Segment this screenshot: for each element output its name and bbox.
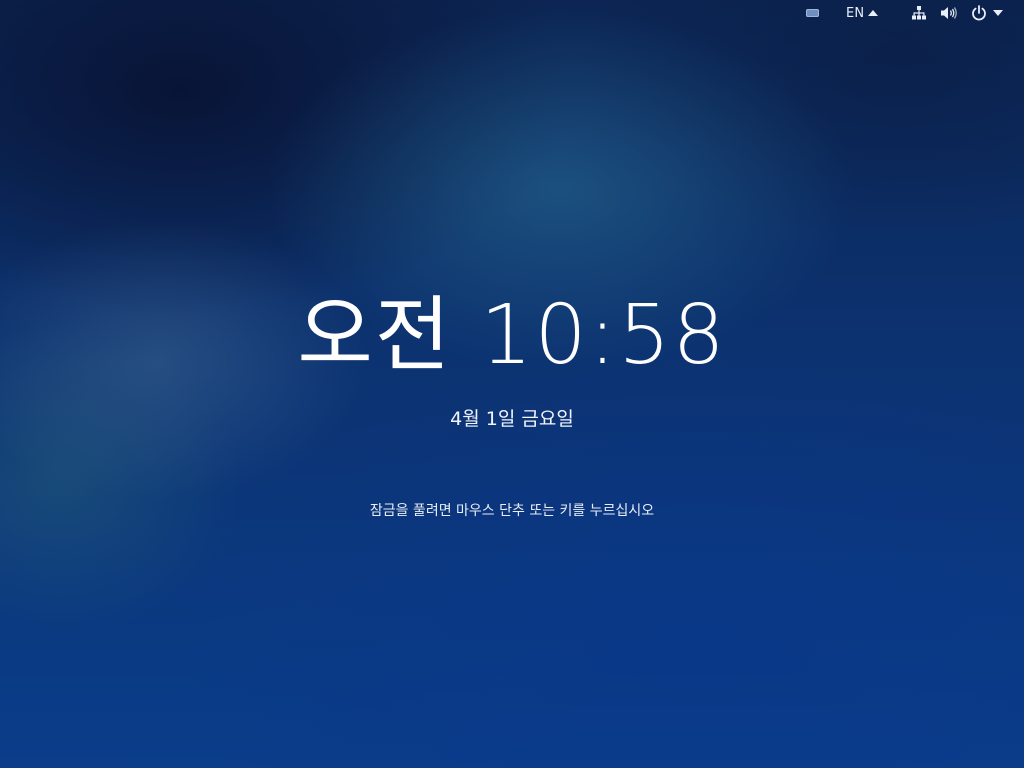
power-menu[interactable] — [971, 0, 1003, 26]
top-bar: EN — [0, 0, 1024, 26]
menu-arrow-up-icon — [868, 10, 879, 16]
keyboard-icon[interactable] — [806, 0, 819, 26]
volume-icon[interactable] — [940, 0, 958, 26]
input-source-label: EN — [846, 5, 865, 21]
input-source-menu[interactable]: EN — [846, 0, 879, 26]
unlock-hint: 잠금을 풀려면 마우스 단추 또는 키를 누르십시오 — [369, 503, 655, 519]
lock-clock-time: 오전 10:58 — [297, 288, 727, 383]
lock-clock-date: 4월 1일 금요일 — [450, 408, 574, 430]
network-wired-icon[interactable] — [911, 0, 927, 26]
menu-arrow-down-icon — [993, 10, 1003, 16]
power-icon — [972, 5, 986, 21]
